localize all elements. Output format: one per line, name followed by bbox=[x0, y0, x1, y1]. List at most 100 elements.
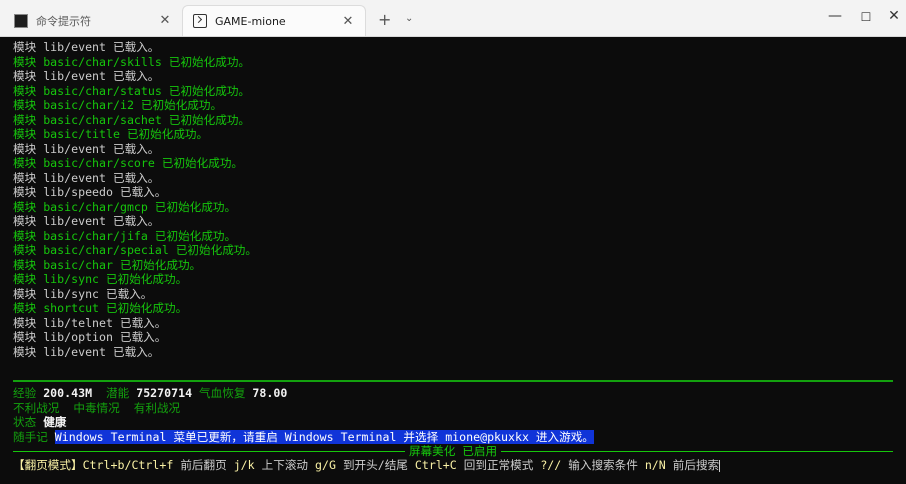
log-line: 模块 lib/event 已载入。 bbox=[13, 171, 893, 186]
log-line: 模块 lib/sync 已载入。 bbox=[13, 287, 893, 302]
log-message: 已载入。 bbox=[113, 170, 160, 185]
close-tab-icon[interactable]: ✕ bbox=[341, 14, 355, 29]
note-line: 随手记 Windows Terminal 菜单已更新，请重启 Windows T… bbox=[13, 429, 893, 445]
log-line: 模块 basic/char/score 已初始化成功。 bbox=[13, 156, 893, 171]
separator-line bbox=[13, 450, 405, 452]
log-message: 已载入。 bbox=[113, 40, 160, 54]
module-name: lib/telnet bbox=[43, 315, 113, 330]
log-message: 已载入。 bbox=[119, 315, 167, 330]
log-prefix: 模块 bbox=[13, 257, 37, 272]
module-name: lib/sync bbox=[43, 286, 100, 301]
cmd-icon bbox=[14, 13, 28, 28]
pager-help-bar: 【翻页模式】Ctrl+b/Ctrl+f 前后翻页 j/k 上下滚动 g/G 到开… bbox=[13, 458, 893, 473]
module-name: basic/char bbox=[43, 257, 113, 272]
module-name: basic/title bbox=[43, 127, 120, 141]
terminal-icon bbox=[193, 14, 207, 28]
log-message: 已载入。 bbox=[113, 214, 160, 228]
log-line: 模块 basic/char 已初始化成功。 bbox=[13, 258, 893, 273]
module-name: lib/event bbox=[43, 214, 107, 228]
text-cursor bbox=[719, 459, 721, 472]
key-scroll-desc: 上下滚动 bbox=[261, 458, 309, 472]
log-prefix: 模块 bbox=[13, 156, 37, 170]
new-tab-button[interactable]: + bbox=[378, 10, 391, 29]
log-line: 模块 lib/option 已载入。 bbox=[13, 330, 893, 345]
log-prefix: 模块 bbox=[13, 228, 37, 243]
module-name: lib/speedo bbox=[43, 185, 113, 199]
maximize-button[interactable]: ☐ bbox=[856, 10, 876, 24]
module-name: lib/sync bbox=[43, 272, 100, 286]
log-prefix: 模块 bbox=[13, 127, 37, 141]
log-message: 已初始化成功。 bbox=[106, 272, 188, 286]
module-name: shortcut bbox=[43, 301, 100, 315]
close-tab-icon[interactable]: ✕ bbox=[158, 13, 172, 28]
log-prefix: 模块 bbox=[13, 272, 37, 286]
module-name: lib/event bbox=[43, 170, 107, 185]
key-next: n/N bbox=[644, 458, 666, 472]
key-scroll: j/k bbox=[233, 458, 255, 472]
key-exit-desc: 回到正常模式 bbox=[463, 458, 534, 472]
log-message: 已初始化成功。 bbox=[168, 83, 251, 98]
log-line: 模块 lib/telnet 已载入。 bbox=[13, 316, 893, 331]
log-message: 已初始化成功。 bbox=[168, 54, 251, 69]
log-message: 已载入。 bbox=[113, 141, 160, 156]
log-prefix: 模块 bbox=[13, 301, 37, 315]
key-page: Ctrl+b/Ctrl+f bbox=[82, 458, 174, 472]
log-message: 已初始化成功。 bbox=[154, 199, 237, 214]
log-prefix: 模块 bbox=[13, 112, 37, 127]
module-name: basic/char/status bbox=[43, 83, 162, 98]
log-line: 模块 lib/event 已载入。 bbox=[13, 40, 893, 55]
module-name: basic/char/gmcp bbox=[43, 199, 148, 214]
chevron-down-icon[interactable]: ⌄ bbox=[405, 13, 413, 24]
log-prefix: 模块 bbox=[13, 243, 37, 257]
log-prefix: 模块 bbox=[13, 54, 37, 69]
key-search-desc: 输入搜索条件 bbox=[568, 458, 638, 472]
log-prefix: 模块 bbox=[13, 98, 37, 112]
stats-line: 经验 200.43M 潜能 75270714 气血恢复 78.00 bbox=[13, 386, 893, 401]
log-line: 模块 lib/speedo 已载入。 bbox=[13, 185, 893, 200]
log-prefix: 模块 bbox=[13, 330, 37, 344]
title-bar: 命令提示符 ✕ GAME-mione ✕ + ⌄ — ☐ ✕ bbox=[0, 0, 906, 37]
note-label: 随手记 bbox=[13, 429, 48, 444]
module-name: lib/event bbox=[43, 344, 107, 359]
log-message: 已载入。 bbox=[119, 330, 167, 344]
module-name: basic/char/i2 bbox=[43, 98, 134, 112]
minimize-button[interactable]: — bbox=[825, 8, 845, 24]
module-name: lib/event bbox=[43, 141, 107, 156]
status-divider bbox=[13, 380, 893, 382]
key-next-desc: 前后搜索 bbox=[672, 458, 720, 472]
log-line: 模块 basic/char/skills 已初始化成功。 bbox=[13, 55, 893, 70]
log-message: 已初始化成功。 bbox=[126, 127, 209, 141]
log-message: 已初始化成功。 bbox=[154, 228, 237, 243]
separator-line bbox=[501, 450, 894, 452]
log-message: 已载入。 bbox=[113, 344, 160, 359]
conditions-line: 不利战况 中毒情况 有利战况 bbox=[13, 401, 893, 416]
key-jump: g/G bbox=[315, 458, 336, 472]
state-label: 状态 bbox=[13, 415, 37, 429]
hp-recovery-label: 气血恢复 bbox=[199, 386, 246, 400]
log-prefix: 模块 bbox=[13, 199, 37, 214]
log-line: 模块 basic/char/jifa 已初始化成功。 bbox=[13, 229, 893, 244]
log-line: 模块 basic/title 已初始化成功。 bbox=[13, 127, 893, 142]
module-name: lib/option bbox=[43, 330, 113, 344]
module-name: basic/char/special bbox=[43, 243, 169, 257]
tab-command-prompt[interactable]: 命令提示符 ✕ bbox=[4, 5, 182, 36]
log-message: 已初始化成功。 bbox=[168, 112, 251, 127]
terminal-output[interactable]: 模块 lib/event 已载入。 模块 basic/char/skills 已初… bbox=[13, 40, 893, 359]
log-prefix: 模块 bbox=[13, 214, 37, 228]
log-message: 已载入。 bbox=[119, 185, 167, 199]
log-message: 已载入。 bbox=[113, 69, 160, 83]
log-line: 模块 lib/sync 已初始化成功。 bbox=[13, 272, 893, 287]
log-line: 模块 lib/event 已载入。 bbox=[13, 345, 893, 360]
tab-label: 命令提示符 bbox=[36, 14, 91, 28]
tab-game-mione[interactable]: GAME-mione ✕ bbox=[182, 5, 366, 36]
key-jump-desc: 到开头/结尾 bbox=[342, 458, 408, 472]
log-line: 模块 basic/char/i2 已初始化成功。 bbox=[13, 98, 893, 113]
adverse-condition-label: 不利战况 bbox=[13, 400, 60, 415]
key-exit: Ctrl+C bbox=[414, 458, 457, 472]
log-line: 模块 basic/char/gmcp 已初始化成功。 bbox=[13, 200, 893, 215]
log-prefix: 模块 bbox=[13, 141, 37, 156]
log-prefix: 模块 bbox=[13, 83, 37, 98]
log-message: 已初始化成功。 bbox=[119, 257, 202, 272]
log-prefix: 模块 bbox=[13, 40, 37, 54]
close-window-button[interactable]: ✕ bbox=[884, 8, 904, 24]
